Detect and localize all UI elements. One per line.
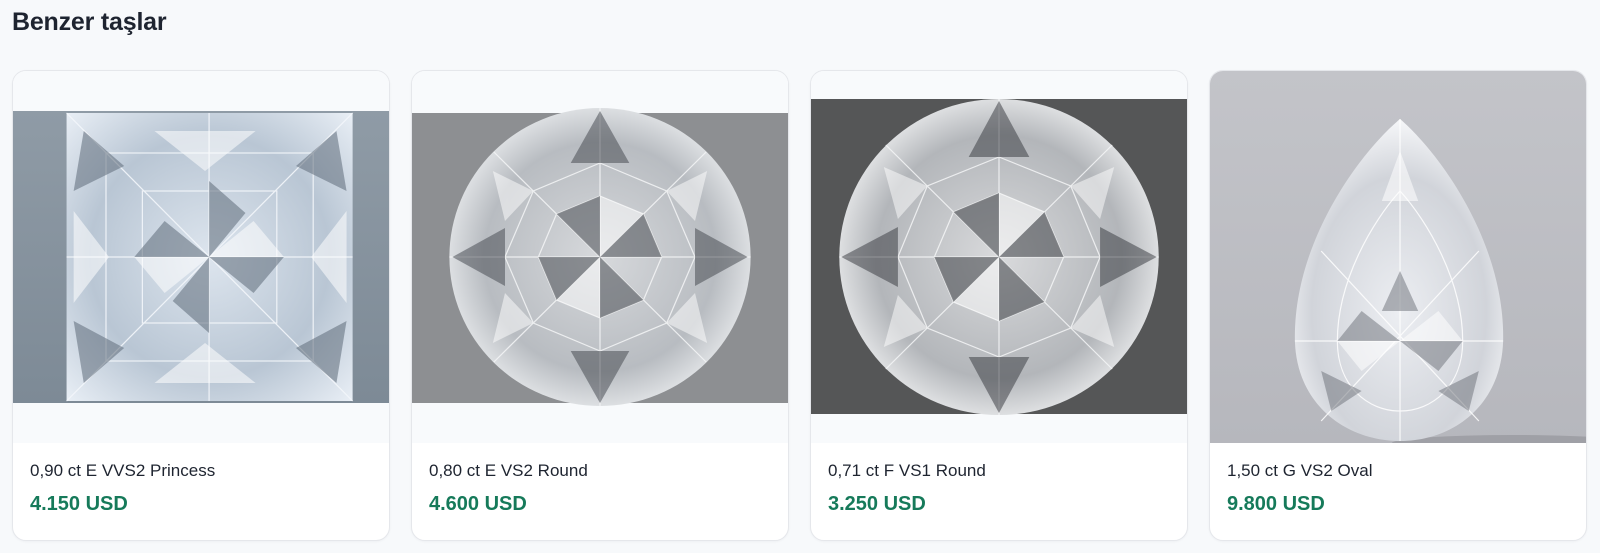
- stone-image: [811, 71, 1187, 443]
- pear-diamond-image: [1210, 71, 1586, 443]
- stone-price: 4.600 USD: [429, 493, 527, 515]
- stone-title: 0,71 ct F VS1 Round: [828, 461, 986, 480]
- stone-title: 0,80 ct E VS2 Round: [429, 461, 588, 480]
- round-diamond-image: [412, 71, 788, 443]
- similar-stones-grid: 0,90 ct E VVS2 Princess 4.150 USD 0,80 c…: [12, 70, 1588, 541]
- stone-price: 4.150 USD: [30, 493, 128, 515]
- stone-price: 3.250 USD: [828, 493, 926, 515]
- stone-title: 1,50 ct G VS2 Oval: [1227, 461, 1373, 480]
- round-diamond-image: [811, 71, 1187, 443]
- stone-image: [412, 71, 788, 443]
- stone-price: 9.800 USD: [1227, 493, 1325, 515]
- stone-card[interactable]: 1,50 ct G VS2 Oval 9.800 USD: [1209, 70, 1587, 541]
- stone-image: [13, 71, 389, 443]
- princess-diamond-image: [13, 71, 389, 443]
- stone-card[interactable]: 0,90 ct E VVS2 Princess 4.150 USD: [12, 70, 390, 541]
- section-title: Benzer taşlar: [12, 8, 167, 36]
- stone-card[interactable]: 0,71 ct F VS1 Round 3.250 USD: [810, 70, 1188, 541]
- stone-image: [1210, 71, 1586, 443]
- stone-card[interactable]: 0,80 ct E VS2 Round 4.600 USD: [411, 70, 789, 541]
- stone-title: 0,90 ct E VVS2 Princess: [30, 461, 216, 480]
